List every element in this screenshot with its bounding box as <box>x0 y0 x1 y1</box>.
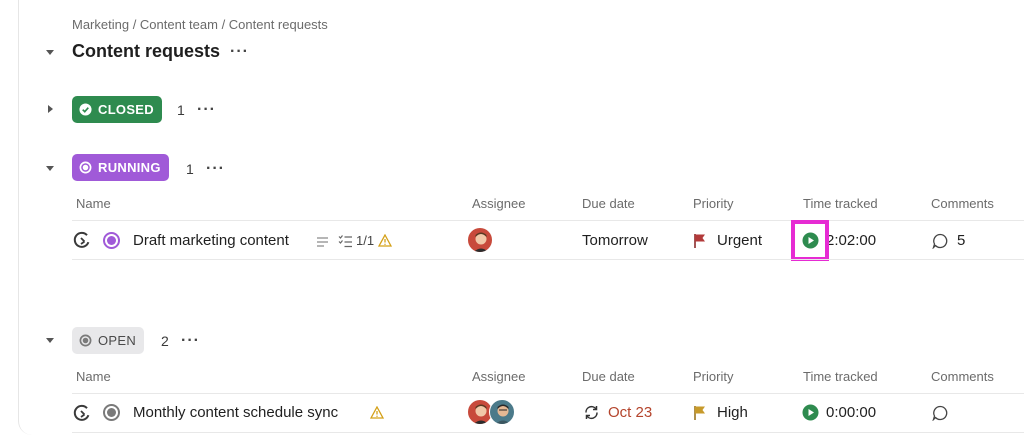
flag-icon[interactable] <box>693 233 707 249</box>
column-name[interactable]: Name <box>76 196 111 211</box>
row-divider <box>72 259 1024 260</box>
column-time-tracked[interactable]: Time tracked <box>803 196 878 211</box>
status-badge-running[interactable]: RUNNING <box>72 154 169 181</box>
due-date-overdue[interactable]: Oct 23 <box>608 404 652 421</box>
checklist-icon <box>338 234 352 247</box>
more-dots-icon[interactable]: ··· <box>206 161 225 177</box>
play-timer-icon[interactable] <box>802 404 819 421</box>
flag-icon[interactable] <box>693 405 707 421</box>
highlight-box <box>791 220 829 261</box>
column-assignee[interactable]: Assignee <box>472 369 525 384</box>
priority-label[interactable]: High <box>717 404 748 421</box>
checklist-count: 1/1 <box>356 233 375 248</box>
status-label: RUNNING <box>98 160 161 175</box>
due-date[interactable]: Tomorrow <box>582 232 648 249</box>
status-label: CLOSED <box>98 102 154 117</box>
more-dots-icon[interactable]: ··· <box>181 333 200 349</box>
warning-triangle-icon <box>369 405 385 419</box>
recurring-arrows-icon[interactable] <box>583 404 600 421</box>
column-due-date[interactable]: Due date <box>582 196 635 211</box>
priority-label[interactable]: Urgent <box>717 232 762 249</box>
time-tracked[interactable]: 2:02:00 <box>826 232 876 249</box>
breadcrumb[interactable]: Marketing / Content team / Content reque… <box>72 17 328 32</box>
circle-status-icon[interactable] <box>102 403 121 422</box>
group-count: 1 <box>186 161 194 177</box>
more-dots-icon[interactable]: ··· <box>230 44 249 60</box>
task-name[interactable]: Draft marketing content <box>133 232 289 249</box>
column-priority[interactable]: Priority <box>693 196 733 211</box>
column-name[interactable]: Name <box>76 369 111 384</box>
row-divider <box>72 393 1024 394</box>
status-label: OPEN <box>98 333 137 348</box>
status-badge-closed[interactable]: CLOSED <box>72 96 162 123</box>
column-priority[interactable]: Priority <box>693 369 733 384</box>
avatar[interactable] <box>467 227 493 253</box>
status-ring-icon <box>79 334 92 347</box>
task-name[interactable]: Monthly content schedule sync <box>133 404 338 421</box>
check-circle-icon <box>79 103 92 116</box>
group-count: 2 <box>161 333 169 349</box>
column-time-tracked[interactable]: Time tracked <box>803 369 878 384</box>
column-assignee[interactable]: Assignee <box>472 196 525 211</box>
checklist-indicator[interactable]: 1/1 <box>338 233 374 248</box>
status-badge-open[interactable]: OPEN <box>72 327 145 354</box>
comment-count: 5 <box>957 232 966 249</box>
circle-status-icon[interactable] <box>102 231 121 250</box>
comment-bubble-icon[interactable] <box>932 233 948 250</box>
more-dots-icon[interactable]: ··· <box>197 102 216 118</box>
task-type-icon[interactable] <box>72 403 92 423</box>
column-due-date[interactable]: Due date <box>582 369 635 384</box>
caret-right-icon[interactable] <box>42 101 58 117</box>
column-comments[interactable]: Comments <box>931 369 994 384</box>
caret-down-icon[interactable] <box>42 332 58 348</box>
row-divider <box>72 220 1024 221</box>
caret-down-icon[interactable] <box>42 44 58 60</box>
comment-bubble-icon[interactable] <box>932 405 948 422</box>
avatar[interactable] <box>489 399 515 425</box>
row-divider <box>72 432 1024 433</box>
description-lines-icon <box>316 235 330 247</box>
task-type-icon[interactable] <box>72 230 92 250</box>
status-ring-icon <box>79 161 92 174</box>
column-comments[interactable]: Comments <box>931 196 994 211</box>
warning-triangle-icon <box>377 233 393 247</box>
time-tracked[interactable]: 0:00:00 <box>826 404 876 421</box>
caret-down-icon[interactable] <box>42 160 58 176</box>
page-title: Content requests <box>72 41 221 61</box>
group-count: 1 <box>177 102 185 118</box>
